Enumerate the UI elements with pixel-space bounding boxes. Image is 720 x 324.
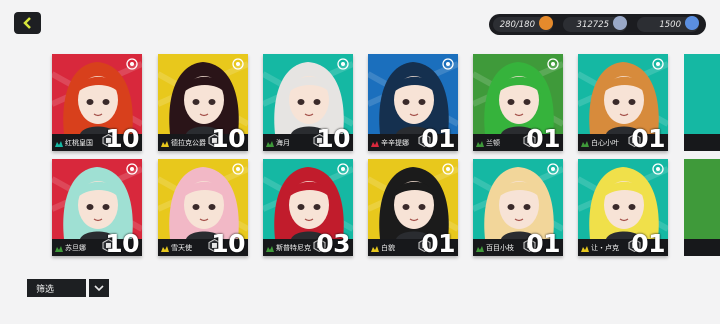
faction-emblem-icon	[126, 58, 138, 70]
character-card[interactable]: 百目小枝 01	[473, 159, 563, 256]
faction-emblem-icon	[232, 58, 244, 70]
character-card[interactable]: 白貌 01	[368, 159, 458, 256]
character-card[interactable]: 红桃皇国 10	[52, 54, 142, 151]
gem-add-icon[interactable]	[685, 16, 699, 30]
character-name: 苏旦娜	[65, 244, 86, 252]
element-icon	[581, 246, 589, 252]
character-level: 01	[631, 124, 665, 151]
filter-button[interactable]: 筛选	[27, 279, 86, 297]
gems-value: 1500	[659, 19, 681, 30]
element-icon	[371, 246, 379, 252]
faction-emblem-icon	[547, 163, 559, 175]
element-icon	[161, 246, 169, 252]
stamina-icon	[539, 16, 553, 30]
character-level: 01	[526, 124, 560, 151]
filter-label: 筛选	[36, 284, 55, 295]
character-card-partial[interactable]	[684, 159, 720, 256]
character-name: 斯普特尼克	[276, 244, 311, 252]
character-card[interactable]: 苏旦娜 10	[52, 159, 142, 256]
character-name: 辛辛提娜	[381, 139, 409, 147]
faction-emblem-icon	[337, 58, 349, 70]
faction-emblem-icon	[652, 58, 664, 70]
faction-emblem-icon	[232, 163, 244, 175]
character-card[interactable]: 白心小叶 01	[578, 54, 668, 151]
faction-emblem-icon	[442, 163, 454, 175]
character-name: 海月	[276, 139, 290, 147]
character-card[interactable]: 德拉克公爵 10	[158, 54, 248, 151]
element-icon	[266, 141, 274, 147]
faction-emblem-icon	[442, 58, 454, 70]
element-icon	[161, 141, 169, 147]
character-card[interactable]: 兰顿 01	[473, 54, 563, 151]
faction-emblem-icon	[337, 163, 349, 175]
character-level: 10	[211, 229, 245, 256]
character-level: 10	[105, 124, 139, 151]
element-icon	[371, 141, 379, 147]
element-icon	[55, 141, 63, 147]
character-level: 01	[631, 229, 665, 256]
character-card[interactable]: 斯普特尼克 03	[263, 159, 353, 256]
character-name: 红桃皇国	[65, 139, 93, 147]
coins-value: 312725	[576, 19, 609, 30]
character-name: 德拉克公爵	[171, 139, 206, 147]
character-card[interactable]: 让・卢克 01	[578, 159, 668, 256]
character-name: 雪天使	[171, 244, 192, 252]
element-icon	[55, 246, 63, 252]
character-name: 兰顿	[486, 139, 500, 147]
element-icon	[476, 141, 484, 147]
faction-emblem-icon	[126, 163, 138, 175]
character-name: 百目小枝	[486, 244, 514, 252]
filter-dropdown-toggle[interactable]	[89, 279, 109, 297]
stamina-value: 280/180	[499, 19, 535, 30]
character-name: 白貌	[381, 244, 395, 252]
chevron-left-icon	[22, 17, 31, 29]
character-card[interactable]: 海月 10	[263, 54, 353, 151]
chevron-down-icon	[94, 285, 104, 292]
character-level: 01	[526, 229, 560, 256]
faction-emblem-icon	[652, 163, 664, 175]
character-card[interactable]: 雪天使 10	[158, 159, 248, 256]
character-card-partial[interactable]	[684, 54, 720, 151]
character-level: 03	[316, 229, 350, 256]
resource-bar: 280/180 312725 1500	[489, 14, 706, 35]
character-card[interactable]: 辛辛提娜 01	[368, 54, 458, 151]
character-level: 01	[421, 124, 455, 151]
character-level: 10	[211, 124, 245, 151]
character-level: 10	[105, 229, 139, 256]
character-level: 10	[316, 124, 350, 151]
element-icon	[476, 246, 484, 252]
element-icon	[581, 141, 589, 147]
character-level: 01	[421, 229, 455, 256]
element-icon	[266, 246, 274, 252]
faction-emblem-icon	[547, 58, 559, 70]
coin-icon	[613, 16, 627, 30]
back-button[interactable]	[14, 12, 41, 34]
character-name: 让・卢克	[591, 244, 619, 252]
character-name: 白心小叶	[591, 139, 619, 147]
